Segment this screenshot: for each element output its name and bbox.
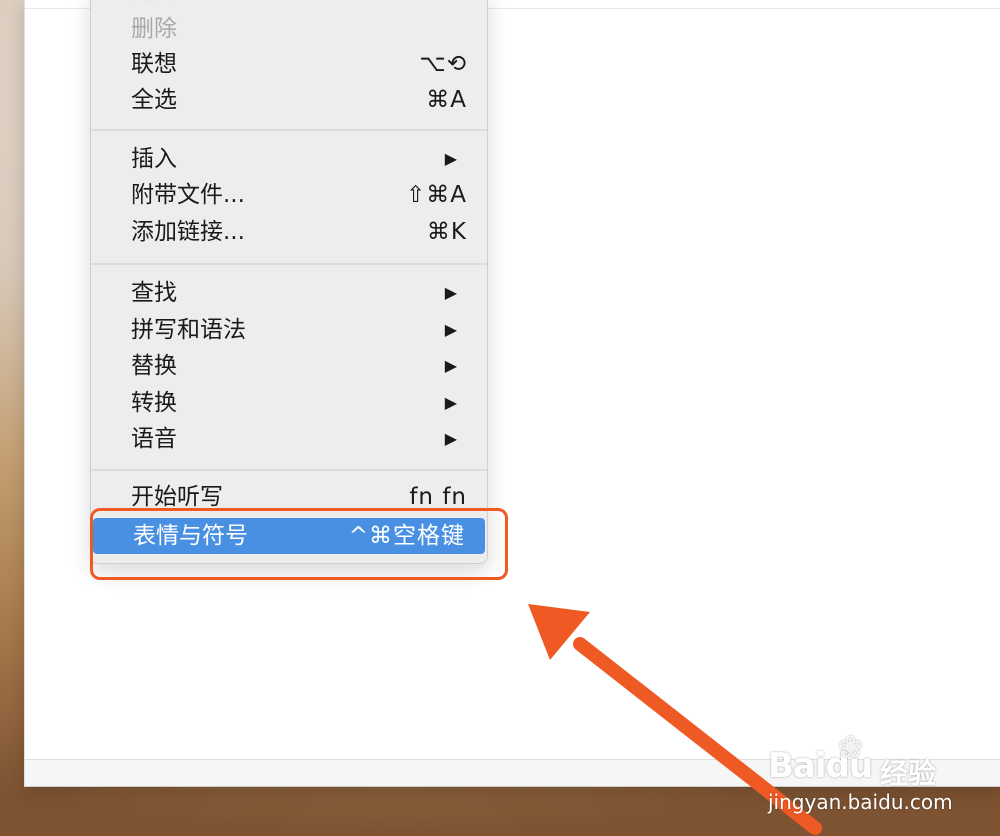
baidu-jingyan-watermark: Baidu ❀ 经验 jingyan.baidu.com: [768, 730, 988, 820]
baidu-paw-icon: ❀: [838, 730, 864, 765]
watermark-url: jingyan.baidu.com: [768, 790, 953, 814]
watermark-brand: 经验: [880, 757, 937, 790]
annotation-arrow-icon: [528, 604, 822, 835]
